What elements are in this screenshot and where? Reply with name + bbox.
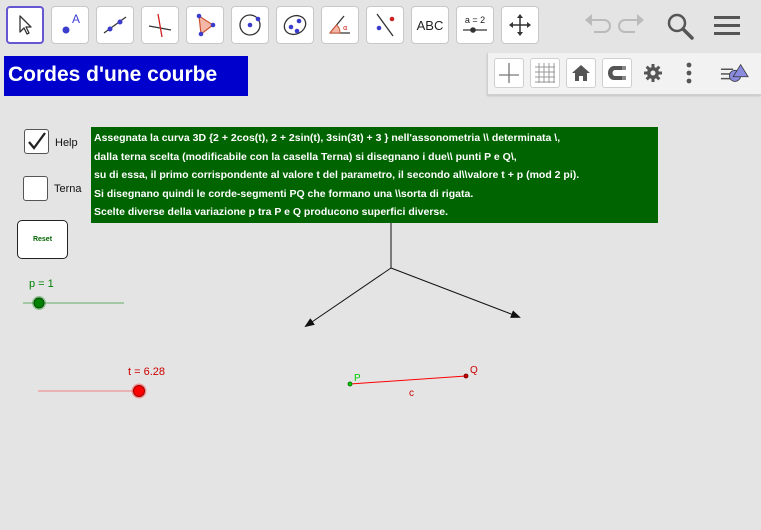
segment-c-label: c (409, 388, 414, 399)
graphics-canvas: P Q c (23, 223, 521, 399)
slider-p-handle[interactable] (33, 297, 45, 309)
slider-t-handle[interactable] (133, 385, 145, 397)
x-axis (304, 267, 392, 328)
point-p[interactable] (347, 381, 353, 387)
point-q[interactable] (463, 373, 469, 379)
segment-c[interactable] (349, 375, 467, 385)
point-q-label: Q (470, 365, 478, 376)
point-p-label: P (354, 373, 361, 384)
y-axis (390, 267, 521, 318)
